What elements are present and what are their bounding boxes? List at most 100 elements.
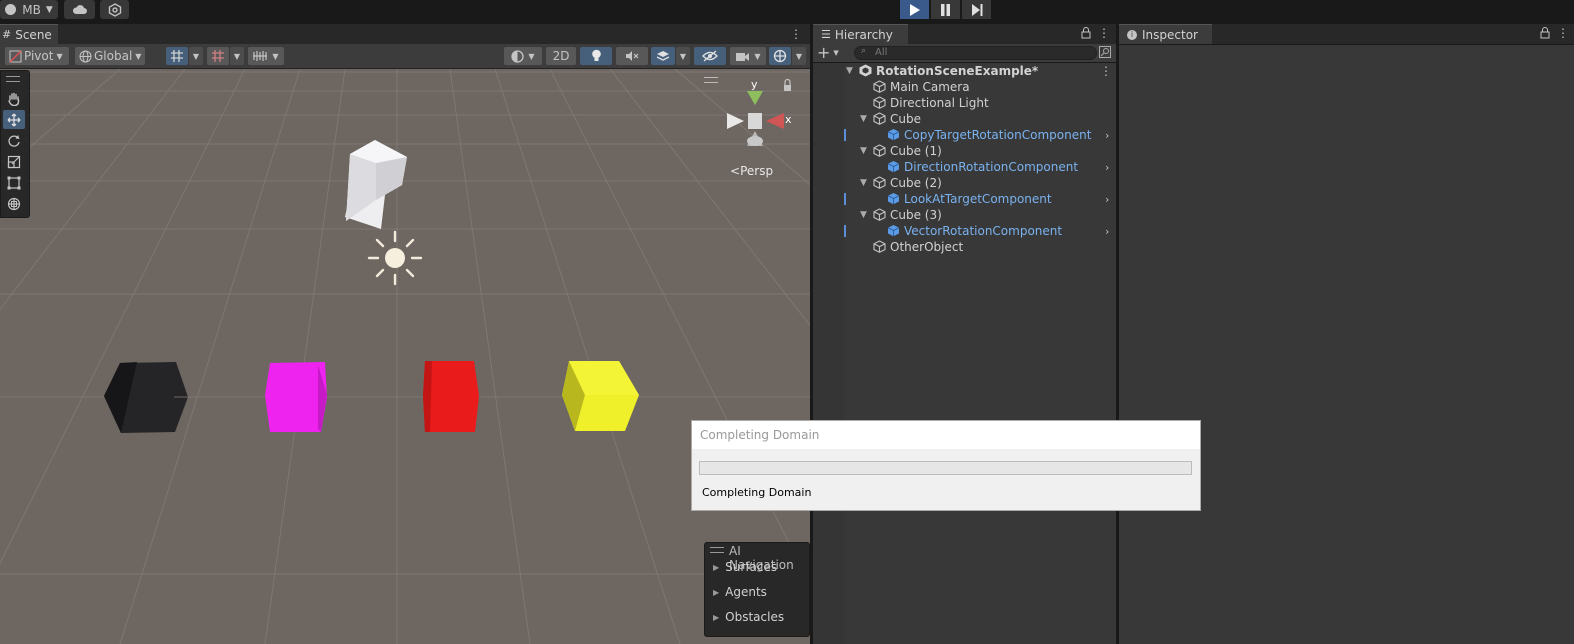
- orientation-gizmo[interactable]: [727, 78, 791, 147]
- lock-icon[interactable]: [1081, 27, 1091, 40]
- increment-snap-button[interactable]: [207, 47, 229, 65]
- expand-arrow-icon[interactable]: ▼: [860, 146, 867, 156]
- pivot-dropdown[interactable]: Pivot ▼: [5, 47, 69, 65]
- hierarchy-row[interactable]: DirectionRotationComponent ›: [813, 159, 1116, 175]
- increment-snap-dropdown[interactable]: ▼: [230, 47, 244, 65]
- tab-scene[interactable]: # Scene: [0, 24, 58, 44]
- perspective-icon: <: [730, 164, 741, 178]
- ai-nav-item-label: Obstacles: [725, 610, 785, 624]
- chevron-down-icon: ▼: [45, 4, 53, 15]
- chevron-right-icon[interactable]: ›: [1105, 161, 1109, 174]
- rect-tool[interactable]: [3, 173, 25, 192]
- hierarchy-row[interactable]: ▼ Cube (3): [813, 207, 1116, 223]
- gizmos-dropdown[interactable]: ▼: [792, 47, 806, 65]
- globe-icon: [79, 50, 92, 62]
- ai-nav-item-obstacles[interactable]: ▶ Obstacles: [713, 610, 784, 624]
- prefab-icon: [887, 161, 900, 173]
- audio-toggle[interactable]: [616, 47, 648, 65]
- shading-mode-dropdown[interactable]: ▼: [504, 47, 542, 65]
- step-button[interactable]: [962, 0, 991, 19]
- search-placeholder: All: [875, 47, 888, 58]
- expand-arrow-icon[interactable]: ▼: [860, 210, 867, 220]
- white-cube[interactable]: [345, 140, 407, 229]
- scene-viewport[interactable]: y x <Persp: [0, 69, 810, 644]
- expand-arrow-icon[interactable]: ▼: [860, 178, 867, 188]
- hierarchy-toolbar: + ▼ ⌕ All: [813, 44, 1116, 62]
- red-cube[interactable]: [423, 361, 479, 432]
- directional-light-icon[interactable]: [367, 230, 423, 286]
- hierarchy-row[interactable]: ▼ Cube: [813, 111, 1116, 127]
- lock-icon[interactable]: [1540, 27, 1550, 40]
- scene-menu-icon[interactable]: ⋮: [790, 27, 802, 41]
- toggle-2d-button[interactable]: 2D: [546, 47, 576, 65]
- account-dropdown[interactable]: MB ▼: [0, 0, 58, 19]
- scale-tool[interactable]: [3, 152, 25, 171]
- tab-inspector[interactable]: i Inspector: [1119, 24, 1212, 44]
- pause-button[interactable]: [931, 0, 960, 19]
- grid-visibility-icon: [253, 51, 268, 61]
- hierarchy-row[interactable]: ▼ Cube (1): [813, 143, 1116, 159]
- scene-search-icon[interactable]: [1099, 46, 1111, 59]
- ground-grid: [0, 69, 810, 644]
- tools-drag-handle[interactable]: [6, 76, 20, 82]
- effects-dropdown[interactable]: ▼: [676, 47, 690, 65]
- hierarchy-row-label: OtherObject: [890, 240, 964, 254]
- cloud-button[interactable]: [64, 0, 95, 19]
- hidden-objects-toggle[interactable]: [694, 47, 726, 65]
- ai-nav-item-agents[interactable]: ▶ Agents: [713, 585, 767, 599]
- hierarchy-row[interactable]: VectorRotationComponent ›: [813, 223, 1116, 239]
- scene-root-menu-icon[interactable]: ⋮: [1100, 64, 1112, 78]
- inspector-menu-icon[interactable]: ⋮: [1557, 26, 1569, 40]
- create-dropdown[interactable]: + ▼: [817, 44, 843, 62]
- hierarchy-row-label: CopyTargetRotationComponent: [904, 128, 1092, 142]
- hierarchy-row[interactable]: OtherObject: [813, 239, 1116, 255]
- play-button[interactable]: [900, 0, 929, 19]
- dialog-message: Completing Domain: [702, 486, 812, 499]
- grid-snap-button[interactable]: [166, 47, 188, 65]
- hierarchy-row[interactable]: Directional Light: [813, 95, 1116, 111]
- chevron-down-icon: ▼: [56, 51, 63, 61]
- move-tool[interactable]: [3, 110, 25, 129]
- grid-visibility-dropdown[interactable]: ▼: [248, 47, 284, 65]
- transform-tool[interactable]: [3, 194, 25, 213]
- magenta-cube[interactable]: [265, 362, 327, 432]
- camera-settings-dropdown[interactable]: ▼: [730, 47, 766, 65]
- yellow-cube[interactable]: [562, 361, 639, 431]
- hierarchy-search-input[interactable]: ⌕ All: [854, 46, 1097, 60]
- increment-snap-icon: [212, 50, 224, 62]
- expand-arrow-icon[interactable]: ▼: [860, 114, 867, 124]
- hierarchy-row[interactable]: Main Camera: [813, 79, 1116, 95]
- move-icon: [7, 113, 21, 126]
- play-icon: [910, 3, 920, 16]
- tab-inspector-label: Inspector: [1142, 27, 1198, 42]
- black-cube[interactable]: [104, 362, 188, 433]
- rotate-icon: [8, 134, 20, 147]
- tab-hierarchy[interactable]: ☰ Hierarchy: [813, 24, 908, 44]
- hierarchy-row[interactable]: LookAtTargetComponent ›: [813, 191, 1116, 207]
- hierarchy-row[interactable]: CopyTargetRotationComponent ›: [813, 127, 1116, 143]
- gizmos-toggle[interactable]: [769, 47, 791, 65]
- rotate-tool[interactable]: [3, 131, 25, 150]
- gizmo-drag-handle[interactable]: [704, 77, 718, 83]
- effects-toggle[interactable]: [651, 47, 675, 65]
- global-dropdown[interactable]: Global ▼: [75, 47, 145, 65]
- hierarchy-row[interactable]: ▼ Cube (2): [813, 175, 1116, 191]
- progress-dialog: Completing Domain Completing Domain: [691, 420, 1201, 511]
- hierarchy-row-label: LookAtTargetComponent: [904, 192, 1052, 206]
- chevron-right-icon[interactable]: ›: [1105, 193, 1109, 206]
- chevron-right-icon[interactable]: ›: [1105, 129, 1109, 142]
- chevron-down-icon: ▼: [135, 51, 142, 61]
- view-tool[interactable]: [3, 89, 25, 108]
- grid-snap-dropdown[interactable]: ▼: [189, 47, 203, 65]
- ai-nav-item-surfaces[interactable]: ▶ Surfaces: [713, 560, 777, 574]
- plus-icon: +: [817, 43, 831, 62]
- persp-toggle[interactable]: <Persp: [730, 164, 773, 178]
- scene-root-row[interactable]: ▼ RotationSceneExample* ⋮: [813, 63, 1116, 79]
- overlay-drag-handle[interactable]: [710, 547, 724, 553]
- chevron-down-icon: ▼: [192, 51, 200, 61]
- camera-icon: [736, 52, 750, 61]
- hierarchy-menu-icon[interactable]: ⋮: [1098, 26, 1110, 40]
- chevron-right-icon[interactable]: ›: [1105, 225, 1109, 238]
- lighting-toggle[interactable]: [580, 47, 612, 65]
- collab-button[interactable]: [100, 0, 129, 19]
